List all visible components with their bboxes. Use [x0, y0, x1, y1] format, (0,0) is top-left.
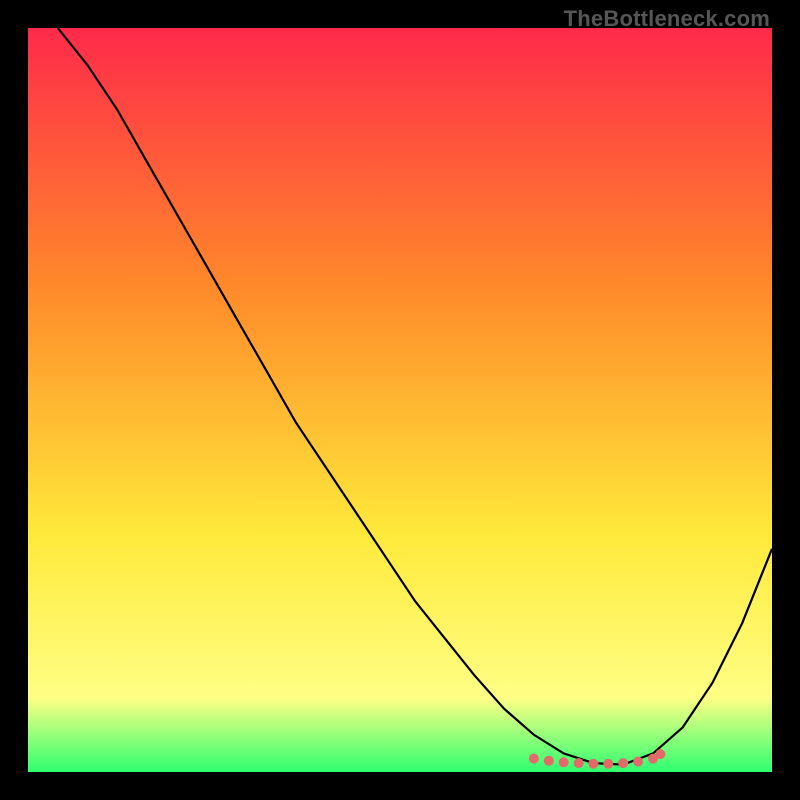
optimal-marker [529, 754, 539, 764]
gradient-background [28, 28, 772, 772]
optimal-marker [544, 756, 554, 766]
chart-frame [28, 28, 772, 772]
chart-svg [28, 28, 772, 772]
optimal-marker [559, 757, 569, 767]
optimal-marker [574, 758, 584, 768]
optimal-marker [588, 759, 598, 769]
optimal-marker [603, 759, 613, 769]
optimal-marker [655, 749, 665, 759]
optimal-marker [618, 758, 628, 768]
watermark-text: TheBottleneck.com [564, 6, 770, 32]
optimal-marker [633, 757, 643, 767]
